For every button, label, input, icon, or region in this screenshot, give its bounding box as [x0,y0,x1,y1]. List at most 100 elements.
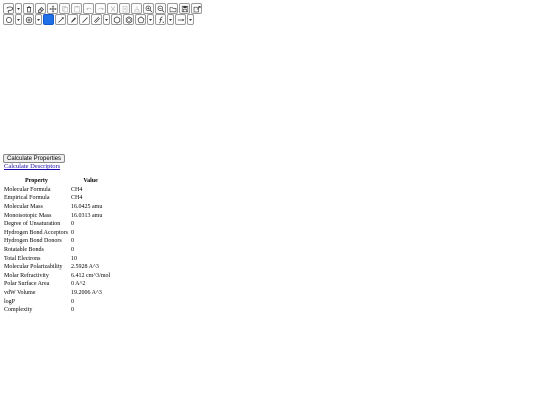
dropdown-toggle-button[interactable] [15,3,22,14]
clipboard-copy-icon [121,5,129,13]
property-cell: vdW Volume [4,290,36,297]
value-cell: 10 [71,255,77,262]
property-cell: Hydrogen Bond Donors [4,238,62,245]
arrow-button[interactable] [55,14,66,25]
property-cell: Hydrogen Bond Acceptors [4,229,68,236]
dropdown-toggle-button[interactable] [35,14,42,25]
pen-button[interactable] [67,14,78,25]
calculate-descriptors-link[interactable]: Calculate Descriptors [4,163,60,170]
double-bond-icon [93,16,101,24]
open-folder-button[interactable] [167,3,178,14]
function-icon [157,16,165,24]
property-cell: Empirical Formula [4,195,50,202]
dropdown-toggle-button[interactable] [103,14,110,25]
hexagon-ring-icon [113,15,121,24]
table-row: Polar Surface Area 0 A^2 [3,280,111,289]
value-cell: 0 [71,238,74,245]
zoom-out-icon [157,5,165,13]
redo-icon [97,5,105,13]
save-button[interactable] [179,3,190,14]
pen-icon [69,16,77,24]
save-icon [181,5,189,13]
cyclohexane-button[interactable] [123,14,134,25]
table-row: Molecular Mass 16.0425 amu [3,203,111,212]
single-bond-button[interactable] [79,14,90,25]
redo-button[interactable] [95,3,106,14]
plus-charge-icon [25,16,33,24]
clipboard-copy-button[interactable] [119,3,130,14]
table-row: Complexity 0 [3,306,111,315]
value-cell: 0 [71,221,74,228]
property-cell: Total Electrons [4,255,41,262]
value-cell: 0 A^2 [71,281,86,288]
charge-button[interactable] [3,14,14,25]
trash-button[interactable] [23,3,34,14]
export-button[interactable] [191,3,202,14]
value-cell: 19.2006 A^3 [71,290,102,297]
dropdown-toggle-button[interactable] [167,14,174,25]
dropdown-toggle-button[interactable] [15,14,22,25]
value-cell: 6.412 cm^3/mol [71,272,111,279]
paste-icon [73,5,81,13]
zoom-in-button[interactable] [143,3,154,14]
color-swatch-button[interactable] [43,14,54,25]
eraser-button[interactable] [35,3,46,14]
value-cell: 0 [71,298,74,305]
charge-icon [5,16,13,24]
value-cell: CH4 [71,186,83,193]
hexagon-ring-button[interactable] [111,14,122,25]
property-cell: Molecular Polarizability [4,264,63,271]
property-column-header: Property [25,178,48,185]
property-cell: Degree of Unsaturation [4,221,61,228]
plus-charge-button[interactable] [23,14,34,25]
table-header-row: Property Value [3,177,111,186]
chevron-down-icon [104,16,109,24]
value-cell: CH4 [71,195,83,202]
table-row: Degree of Unsaturation 0 [3,220,111,229]
table-row: vdW Volume 19.2006 A^3 [3,289,111,298]
table-row: Molecular Formula CH4 [3,186,111,195]
table-row: Molecular Polarizability 2.5928 A^3 [3,263,111,272]
table-row: Monoisotopic Mass 16.0313 amu [3,211,111,220]
property-cell: Rotatable Bonds [4,247,44,254]
property-cell: Complexity [4,307,33,314]
reaction-arrow-button[interactable] [175,14,186,25]
property-cell: Molecular Mass [4,204,43,211]
value-cell: 0 [71,307,74,314]
chevron-down-icon [188,16,193,24]
dropdown-toggle-button[interactable] [187,14,194,25]
chevron-down-icon [148,16,153,24]
undo-icon [85,5,93,13]
paste-button[interactable] [71,3,82,14]
move-button[interactable] [47,3,58,14]
reaction-arrow-icon [177,16,185,24]
main-toolbar-row [3,3,202,14]
pentagon-ring-button[interactable] [135,14,146,25]
clean-button[interactable] [131,3,142,14]
calculate-properties-button[interactable]: Calculate Properties [3,154,66,163]
table-row: Molar Refractivity 6.412 cm^3/mol [3,272,111,281]
eraser-icon [37,5,45,13]
single-bond-icon [81,16,89,24]
cut-button[interactable] [107,3,118,14]
cut-icon [109,5,117,13]
copy-button[interactable] [59,3,70,14]
table-row: Hydrogen Bond Donors 0 [3,237,111,246]
open-folder-icon [169,5,177,13]
lasso-select-button[interactable] [3,3,14,14]
chevron-down-icon [168,16,173,24]
chevron-down-icon [16,5,21,13]
arrow-icon [57,16,65,24]
property-cell: logP [4,298,16,305]
zoom-out-button[interactable] [155,3,166,14]
lasso-select-icon [5,5,13,13]
table-row: Rotatable Bonds 0 [3,246,111,255]
value-cell: 0 [71,247,74,254]
double-bond-button[interactable] [91,14,102,25]
undo-button[interactable] [83,3,94,14]
dropdown-toggle-button[interactable] [147,14,154,25]
pentagon-ring-icon [137,15,145,24]
properties-table: Property Value Molecular Formula CH4 Empir… [3,177,111,315]
clean-icon [133,5,141,13]
function-button[interactable] [155,14,166,25]
